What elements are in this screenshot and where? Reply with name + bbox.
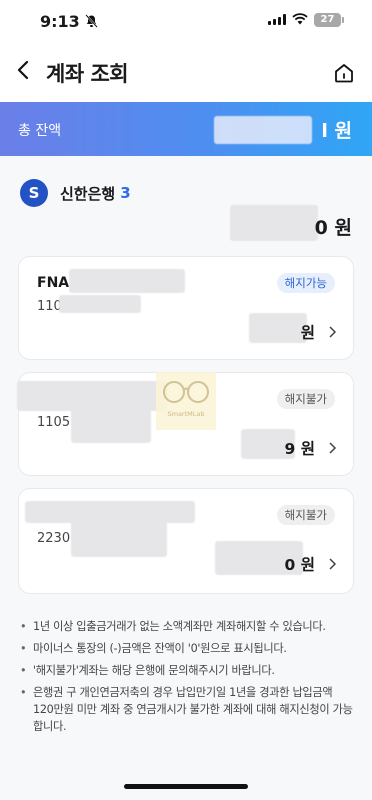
bank-header: S 신한은행 3 (20, 178, 131, 208)
account-card[interactable]: 2230 해지불가 0 원 (18, 488, 354, 594)
chevron-right-icon (329, 442, 337, 454)
shinhan-bank-logo: S (20, 179, 48, 207)
account-amount: 0 원 (284, 556, 315, 574)
wifi-icon (292, 13, 308, 25)
notice-list: 1년 이상 입출금거래가 없는 소액계좌만 계좌해지할 수 있습니다. 마이너스… (0, 606, 372, 800)
account-name: FNA (37, 275, 70, 291)
redacted-total (214, 116, 312, 144)
notice-item: 1년 이상 입출금거래가 없는 소액계좌만 계좌해지할 수 있습니다. (20, 618, 354, 635)
chevron-right-icon (329, 326, 337, 338)
redacted-account-name (69, 269, 185, 293)
total-balance-value: l 원 (321, 120, 352, 142)
notice-item: 은행권 구 개인연금저축의 경우 납입만기일 1년을 경과한 납입금액 120만… (20, 684, 354, 735)
total-balance-bar: 총 잔액 l 원 (0, 102, 372, 156)
home-indicator (124, 784, 248, 789)
account-amount: 원 (300, 324, 315, 342)
notice-item: '해지불가'계좌는 해당 은행에 문의해주시기 바랍니다. (20, 662, 354, 679)
status-badge: 해지가능 (276, 273, 335, 293)
status-badge: 해지불가 (276, 505, 335, 525)
redacted-account-number (59, 295, 141, 313)
redacted-account-number (71, 407, 151, 443)
status-time: 9:13 (40, 12, 80, 31)
status-badge: 해지불가 (276, 389, 335, 409)
account-amount: 9 원 (284, 440, 315, 458)
account-card[interactable]: FNA 110 해지가능 원 (18, 256, 354, 360)
account-number: 1105 (37, 415, 71, 430)
total-balance-label: 총 잔액 (18, 123, 62, 139)
app-header: 계좌 조회 (0, 40, 372, 102)
bell-off-icon (85, 14, 98, 28)
redacted-amount (249, 313, 307, 343)
redacted-account-number (71, 519, 167, 557)
watermark-text: SmartMLab (167, 410, 205, 418)
redacted-bank-total (230, 205, 318, 241)
bank-total-value: 0 원 (314, 217, 352, 239)
home-icon[interactable] (333, 62, 355, 84)
bank-account-count: 3 (120, 184, 131, 202)
chevron-right-icon (329, 558, 337, 570)
battery-icon: 27 (314, 13, 344, 27)
glasses-icon (163, 381, 209, 403)
page-title: 계좌 조회 (46, 62, 129, 86)
account-number: 2230 (37, 531, 71, 546)
watermark: SmartMLab (156, 372, 216, 430)
cellular-signal-icon (268, 14, 286, 25)
bank-name: 신한은행 (60, 184, 116, 203)
status-bar: 9:13 27 (0, 0, 372, 40)
back-arrow-icon[interactable] (16, 60, 30, 80)
notice-item: 마이너스 통장의 (-)금액은 잔액이 '0'원으로 표시됩니다. (20, 640, 354, 657)
